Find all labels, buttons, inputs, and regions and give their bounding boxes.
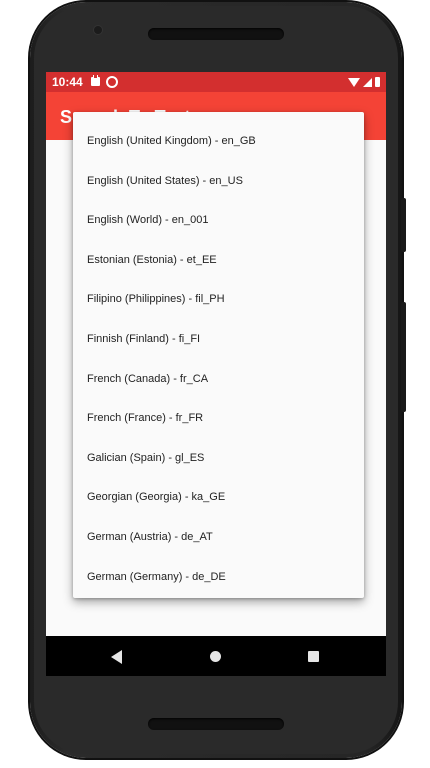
locale-option[interactable]: Filipino (Philippines) - fil_PH — [73, 280, 364, 320]
top-speaker — [148, 28, 284, 40]
battery-icon — [375, 77, 380, 87]
locale-option[interactable]: French (France) - fr_FR — [73, 399, 364, 439]
locale-option[interactable]: Finnish (Finland) - fi_FI — [73, 320, 364, 360]
locale-option[interactable]: French (Canada) - fr_CA — [73, 360, 364, 400]
locale-option[interactable]: German (Austria) - de_AT — [73, 518, 364, 558]
locale-option[interactable]: Galician (Spain) - gl_ES — [73, 439, 364, 479]
locale-option[interactable]: English (World) - en_001 — [73, 201, 364, 241]
signal-icon — [363, 77, 372, 87]
home-icon[interactable] — [210, 651, 221, 662]
bottom-speaker — [148, 718, 284, 730]
volume-button — [401, 302, 406, 412]
locale-dropdown-menu: English (United Kingdom) - en_GB English… — [73, 112, 364, 598]
wifi-icon — [348, 77, 360, 87]
recents-icon[interactable] — [308, 651, 319, 662]
status-bar: 10:44 — [46, 72, 386, 92]
front-camera — [94, 26, 102, 34]
locale-option[interactable]: Georgian (Georgia) - ka_GE — [73, 478, 364, 518]
locale-option[interactable]: German (Germany) - de_DE — [73, 558, 364, 598]
locale-option[interactable]: English (United Kingdom) - en_GB — [73, 122, 364, 162]
status-time: 10:44 — [52, 75, 83, 89]
navigation-bar — [46, 636, 386, 676]
back-icon[interactable] — [111, 650, 122, 664]
sim-icon — [91, 75, 100, 86]
locale-list: English (United Kingdom) - en_GB English… — [73, 112, 364, 597]
sync-icon — [106, 76, 118, 88]
power-button — [401, 198, 406, 252]
locale-option[interactable]: English (United States) - en_US — [73, 162, 364, 202]
locale-option[interactable]: Estonian (Estonia) - et_EE — [73, 241, 364, 281]
status-icons — [348, 76, 380, 88]
